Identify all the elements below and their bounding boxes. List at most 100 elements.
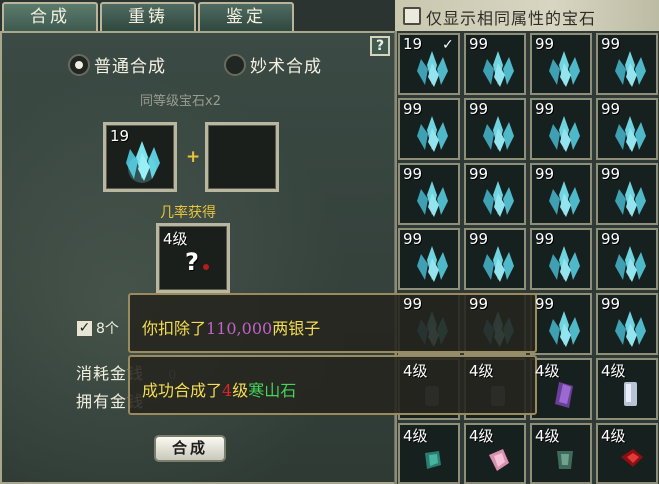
tab-identify[interactable]: 鉴定 xyxy=(198,2,294,31)
tab-recast[interactable]: 重铸 xyxy=(100,2,196,31)
gem-slot-count: 99 xyxy=(469,295,489,313)
gem-slot-count: 99 xyxy=(469,100,489,118)
crystal-gem-icon xyxy=(545,244,583,284)
gem-slot-count: 99 xyxy=(535,165,555,183)
gem-slot-count: 99 xyxy=(403,165,423,183)
gem-slot[interactable]: 99 xyxy=(596,228,658,290)
unknown-result-icon: ? xyxy=(185,248,199,276)
success-level-suffix: 级 xyxy=(232,381,249,400)
gem-slot-count: 4级 xyxy=(601,362,626,380)
gem-slot[interactable]: 4级 xyxy=(530,358,592,420)
help-button[interactable]: ? xyxy=(370,36,390,56)
crystal-gem-icon xyxy=(413,179,451,219)
requirement-hint: 同等级宝石x2 xyxy=(140,94,221,109)
crystal-gem-icon xyxy=(479,49,517,89)
gem-slot-count: 4级 xyxy=(403,427,428,445)
gem-slot-count: 4级 xyxy=(469,362,494,380)
crystal-gem-icon xyxy=(479,244,517,284)
input-slot-1[interactable]: 19 xyxy=(103,122,177,192)
success-item: 寒山石 xyxy=(248,381,297,400)
gem-slot[interactable]: 4级 xyxy=(530,423,592,484)
crystal-gem-icon xyxy=(611,309,649,349)
gem-slot-count: 99 xyxy=(469,35,489,53)
gem-slot-count: 99 xyxy=(601,295,621,313)
gem-slot-count: 19 xyxy=(403,35,423,53)
selected-check-icon: ✓ xyxy=(442,37,454,53)
gem-slot-count: 99 xyxy=(535,100,555,118)
gem-slot-count: 99 xyxy=(601,165,621,183)
gem-slot[interactable]: 99 xyxy=(596,163,658,225)
gem-slot[interactable]: 99 xyxy=(464,98,526,160)
gem-slot[interactable]: 19 ✓ xyxy=(398,33,460,95)
success-message: 成功合成了4级寒山石 xyxy=(142,377,296,401)
success-level: 4 xyxy=(222,381,233,400)
gem-slot[interactable]: 99 xyxy=(530,163,592,225)
option-row[interactable]: ✓ 8个 xyxy=(76,318,119,338)
tab-combine[interactable]: 合成 xyxy=(2,2,98,31)
gem-slot[interactable]: 99 xyxy=(596,293,658,355)
gem-slot-count: 4级 xyxy=(535,362,560,380)
ingenious-mode-label: 妙术合成 xyxy=(250,57,322,77)
gem-slot[interactable]: 99 xyxy=(398,98,460,160)
success-prefix: 成功合成了 xyxy=(142,381,223,400)
filter-bar: 仅显示相同属性的宝石 xyxy=(395,0,659,31)
gem-slot[interactable]: 99 xyxy=(530,33,592,95)
crystal-gem-icon xyxy=(611,244,649,284)
gem-slot[interactable]: 99 xyxy=(398,163,460,225)
chance-label: 几率获得 xyxy=(160,205,216,221)
result-level: 4级 xyxy=(163,230,188,248)
crystal-gem-icon xyxy=(479,114,517,154)
normal-mode-label: 普通合成 xyxy=(94,57,166,77)
same-attribute-checkbox[interactable] xyxy=(403,7,421,25)
crystal-gem-icon xyxy=(611,179,649,219)
crystal-gem-icon xyxy=(413,244,451,284)
crystal-gem-icon xyxy=(545,49,583,89)
ingenious-mode-radio[interactable] xyxy=(224,53,246,76)
mode-normal[interactable]: 普通合成 xyxy=(68,52,166,77)
option-checkbox[interactable]: ✓ xyxy=(76,319,93,337)
gem-slot[interactable]: 4级 xyxy=(398,423,460,484)
option-label: 8个 xyxy=(96,321,119,337)
gem-slot-count: 4级 xyxy=(601,427,626,445)
mode-ingenious[interactable]: 妙术合成 xyxy=(224,52,322,77)
result-slot[interactable]: 4级 ? xyxy=(156,223,230,293)
plus-sign: + xyxy=(186,147,201,167)
gem-slot[interactable]: 99 xyxy=(596,98,658,160)
gem-slot-count: 99 xyxy=(403,295,423,313)
crystal-gem-icon xyxy=(545,309,583,349)
crystal-gem-icon xyxy=(413,49,451,89)
input-slot-2[interactable] xyxy=(205,122,279,192)
normal-mode-radio[interactable] xyxy=(68,53,90,76)
cyan-crystal-gem-icon xyxy=(126,141,160,183)
gem-slot-count: 99 xyxy=(535,295,555,313)
gem-slot-count: 99 xyxy=(601,35,621,53)
gem-slot-count: 4级 xyxy=(469,427,494,445)
gem-slot[interactable]: 4级 xyxy=(464,423,526,484)
gem-slot[interactable]: 99 xyxy=(464,228,526,290)
crystal-gem-icon xyxy=(413,114,451,154)
gem-slot-count: 99 xyxy=(469,165,489,183)
gem-slot[interactable]: 99 xyxy=(464,163,526,225)
gem-slot[interactable]: 99 xyxy=(530,293,592,355)
crystal-gem-icon xyxy=(545,114,583,154)
gem-slot[interactable]: 99 xyxy=(464,33,526,95)
deduct-amount: 110,000 xyxy=(206,319,273,338)
gem-slot[interactable]: 99 xyxy=(530,98,592,160)
gem-slot-count: 4级 xyxy=(403,362,428,380)
gem-slot[interactable]: 4级 xyxy=(596,358,658,420)
gem-slot[interactable]: 99 xyxy=(398,228,460,290)
tab-bar: 合成 重铸 鉴定 xyxy=(0,0,395,31)
gem-slot-count: 99 xyxy=(403,230,423,248)
same-attribute-label: 仅显示相同属性的宝石 xyxy=(426,9,597,28)
crystal-gem-icon xyxy=(611,49,649,89)
gem-slot-count: 99 xyxy=(403,100,423,118)
combine-button[interactable]: 合成 xyxy=(154,435,226,462)
crystal-gem-icon xyxy=(611,114,649,154)
gem-slot-count: 99 xyxy=(601,100,621,118)
crystal-gem-icon xyxy=(545,179,583,219)
deduct-suffix: 两银子 xyxy=(272,319,321,338)
gem-slot[interactable]: 99 xyxy=(530,228,592,290)
gem-slot-count: 99 xyxy=(535,35,555,53)
gem-slot[interactable]: 4级 xyxy=(596,423,658,484)
gem-slot[interactable]: 99 xyxy=(596,33,658,95)
